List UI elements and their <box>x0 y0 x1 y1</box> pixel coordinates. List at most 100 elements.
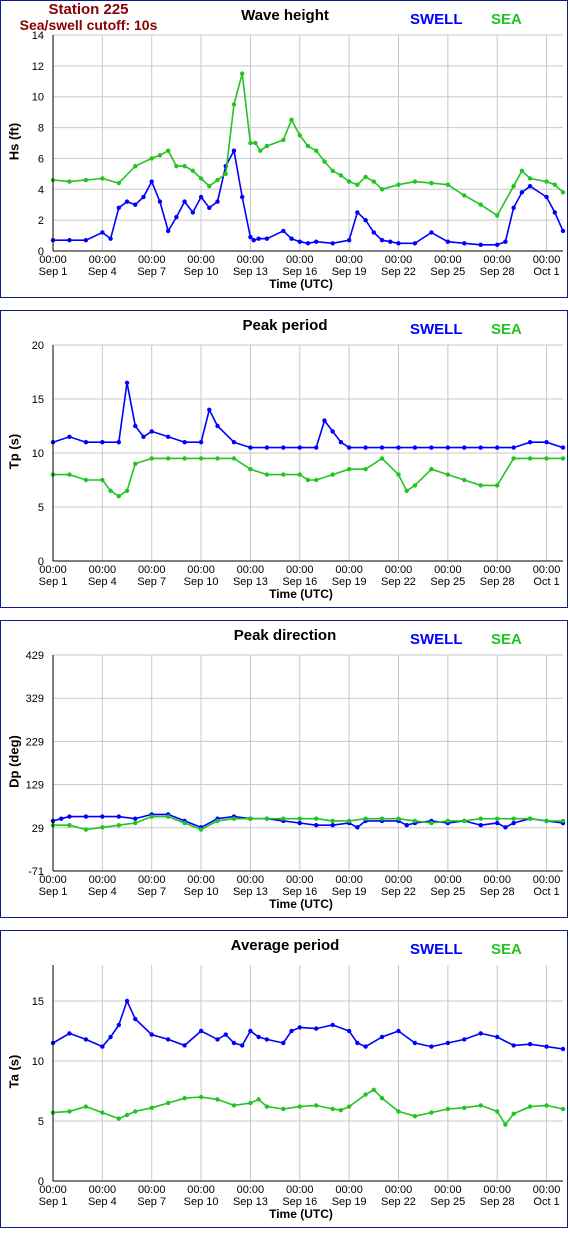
data-point-sea <box>379 187 385 192</box>
plot-area <box>53 35 563 251</box>
data-point-swell <box>297 239 302 244</box>
data-point-swell <box>256 236 261 241</box>
wave-height-panel: Station 225 Sea/swell cutoff: 10s Wave h… <box>0 0 568 298</box>
peak-period-chart: 0510152000:00Sep 100:00Sep 400:00Sep 700… <box>32 340 566 588</box>
data-point-sea <box>494 213 500 218</box>
data-point-sea <box>511 184 516 189</box>
data-point-sea <box>264 816 270 821</box>
data-point-sea <box>519 168 525 173</box>
wave-height-chart: 0246810121400:00Sep 100:00Sep 400:00Sep … <box>32 30 566 278</box>
peak-direction-chart: -712912922932942900:00Sep 100:00Sep 400:… <box>26 650 566 898</box>
x-tick-date: Sep 13 <box>233 266 268 278</box>
data-point-swell <box>314 239 319 244</box>
data-point-swell <box>330 241 335 246</box>
data-point-sea <box>248 816 253 821</box>
data-point-sea <box>429 467 434 472</box>
data-point-swell <box>174 214 179 220</box>
data-point-sea <box>83 827 89 832</box>
data-point-swell <box>544 194 549 200</box>
x-tick-time: 00:00 <box>89 564 117 576</box>
data-point-swell <box>67 434 72 439</box>
data-point-sea <box>429 1110 434 1115</box>
data-point-swell <box>355 210 360 215</box>
data-point-sea <box>346 818 352 824</box>
data-point-sea <box>338 1108 344 1113</box>
data-point-swell <box>560 228 566 234</box>
data-point-sea <box>379 1096 385 1101</box>
data-point-swell <box>363 445 368 450</box>
data-point-swell <box>124 998 130 1004</box>
data-point-sea <box>133 820 138 826</box>
data-point-sea <box>281 816 286 821</box>
x-tick-date: Sep 1 <box>39 1196 68 1208</box>
data-point-swell <box>478 445 483 450</box>
data-point-swell <box>412 1040 418 1046</box>
data-point-sea <box>248 467 253 472</box>
x-tick-date: Sep 25 <box>430 576 465 588</box>
data-point-sea <box>527 456 533 461</box>
data-point-swell <box>330 823 335 828</box>
data-point-swell <box>190 210 196 215</box>
x-tick-date: Sep 22 <box>381 576 416 588</box>
data-point-sea <box>149 814 154 819</box>
data-point-sea <box>264 1104 270 1109</box>
data-point-sea <box>100 176 105 181</box>
data-point-sea <box>346 179 352 184</box>
data-point-sea <box>248 140 253 146</box>
data-point-sea <box>412 1114 418 1119</box>
data-point-sea <box>429 820 434 826</box>
data-point-swell <box>165 434 171 439</box>
x-tick-time: 00:00 <box>483 1184 511 1196</box>
data-point-swell <box>289 236 294 241</box>
data-point-sea <box>116 823 122 828</box>
x-tick-date: Oct 1 <box>533 1196 559 1208</box>
data-point-sea <box>404 488 409 493</box>
x-tick-time: 00:00 <box>138 874 166 886</box>
data-point-sea <box>182 163 187 169</box>
x-tick-time: 00:00 <box>237 564 265 576</box>
data-point-swell <box>494 242 500 248</box>
data-point-swell <box>281 445 286 450</box>
y-tick-label: 329 <box>26 693 44 705</box>
y-tick-label: 15 <box>32 394 44 406</box>
data-point-sea <box>412 818 418 824</box>
data-point-swell <box>231 1040 237 1046</box>
data-point-swell <box>429 445 434 450</box>
data-point-swell <box>207 407 212 412</box>
data-point-swell <box>67 814 72 819</box>
data-point-swell <box>494 445 500 450</box>
x-tick-time: 00:00 <box>286 874 314 886</box>
data-point-sea <box>231 816 237 821</box>
data-point-sea <box>207 184 212 189</box>
x-tick-time: 00:00 <box>187 254 215 266</box>
x-tick-time: 00:00 <box>237 1184 265 1196</box>
data-point-swell <box>133 1016 138 1022</box>
data-point-swell <box>157 199 163 204</box>
data-point-sea <box>83 1104 89 1109</box>
data-point-sea <box>305 477 311 483</box>
data-point-sea <box>223 171 228 177</box>
data-point-sea <box>215 177 220 183</box>
data-point-sea <box>445 182 451 187</box>
data-point-swell <box>322 418 327 423</box>
data-point-swell <box>248 445 253 450</box>
data-point-sea <box>560 818 566 824</box>
data-point-sea <box>346 1104 352 1109</box>
data-point-swell <box>215 423 220 429</box>
data-point-swell <box>346 238 352 243</box>
x-tick-time: 00:00 <box>483 254 511 266</box>
data-point-swell <box>363 1044 368 1049</box>
data-point-sea <box>338 173 344 178</box>
x-tick-date: Sep 13 <box>233 576 268 588</box>
peak-period-panel: Peak period SWELL SEA Tp (s) Time (UTC) … <box>0 310 568 608</box>
x-tick-date: Sep 10 <box>184 1196 219 1208</box>
x-tick-date: Sep 25 <box>430 1196 465 1208</box>
data-point-swell <box>133 816 138 821</box>
x-tick-date: Sep 22 <box>381 886 416 898</box>
data-point-swell <box>355 825 360 830</box>
data-point-swell <box>355 1040 360 1046</box>
data-point-swell <box>116 205 122 210</box>
data-point-sea <box>560 456 566 461</box>
data-point-swell <box>149 1032 154 1037</box>
x-tick-date: Sep 28 <box>480 1196 515 1208</box>
